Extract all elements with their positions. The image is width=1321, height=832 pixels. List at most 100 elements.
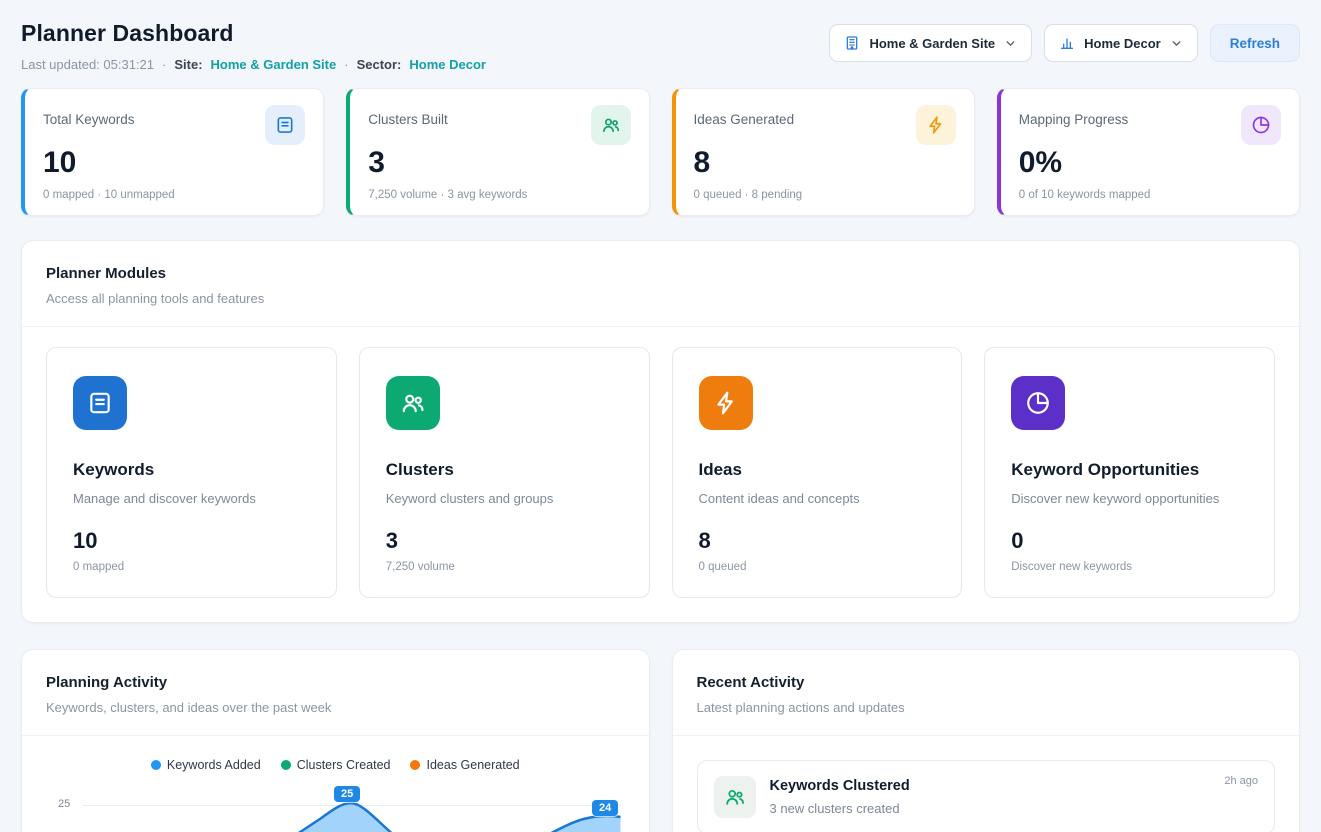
document-icon: [265, 105, 305, 145]
module-detail: 7,250 volume: [386, 561, 623, 573]
pie-chart-icon: [1011, 376, 1065, 430]
module-value: 3: [386, 528, 623, 554]
activity-title: Keywords Clustered: [770, 776, 910, 794]
activity-description: 3 new clusters created: [770, 801, 910, 816]
stat-value: 10: [43, 146, 305, 180]
stat-card-clusters-built: Clusters Built 3 7,250 volume · 3 avg ke…: [346, 88, 649, 216]
stat-value: 0%: [1019, 146, 1281, 180]
chart-legend: Keywords Added Clusters Created Ideas Ge…: [46, 758, 625, 772]
site-selector-label: Home & Garden Site: [869, 36, 995, 51]
panel-subtitle: Keywords, clusters, and ideas over the p…: [46, 700, 625, 715]
stat-label: Ideas Generated: [694, 105, 795, 127]
legend-item-clusters-created: Clusters Created: [281, 758, 391, 772]
meta-separator: ·: [344, 57, 348, 72]
stat-label: Clusters Built: [368, 105, 448, 127]
legend-dot-icon: [281, 760, 291, 770]
sector-label: Sector:: [357, 57, 402, 72]
module-title: Keywords: [73, 460, 310, 480]
site-link[interactable]: Home & Garden Site: [211, 57, 337, 72]
last-updated-text: Last updated: 05:31:21: [21, 57, 154, 72]
stat-card-ideas-generated: Ideas Generated 8 0 queued · 8 pending: [672, 88, 975, 216]
stat-card-top: Total Keywords: [43, 105, 305, 145]
users-icon: [591, 105, 631, 145]
pie-chart-icon: [1241, 105, 1281, 145]
module-title: Clusters: [386, 460, 623, 480]
top-bar: Planner Dashboard Last updated: 05:31:21…: [21, 16, 1300, 72]
stat-card-top: Ideas Generated: [694, 105, 956, 145]
refresh-button[interactable]: Refresh: [1210, 24, 1300, 62]
bottom-row: Planning Activity Keywords, clusters, an…: [21, 649, 1300, 832]
recent-activity-panel: Recent Activity Latest planning actions …: [672, 649, 1301, 832]
site-selector[interactable]: Home & Garden Site: [829, 24, 1032, 62]
panel-subtitle: Latest planning actions and updates: [697, 700, 1276, 715]
stats-row: Total Keywords 10 0 mapped · 10 unmapped…: [21, 88, 1300, 216]
stat-card-total-keywords: Total Keywords 10 0 mapped · 10 unmapped: [21, 88, 324, 216]
stat-label: Mapping Progress: [1019, 105, 1129, 127]
module-description: Content ideas and concepts: [699, 491, 936, 506]
module-detail: Discover new keywords: [1011, 561, 1248, 573]
stat-card-top: Mapping Progress: [1019, 105, 1281, 145]
activity-timestamp: 2h ago: [1224, 775, 1258, 787]
stat-detail: 0 of 10 keywords mapped: [1019, 189, 1281, 201]
module-value: 10: [73, 528, 310, 554]
module-description: Manage and discover keywords: [73, 491, 310, 506]
legend-label: Ideas Generated: [426, 758, 519, 772]
panel-title: Recent Activity: [697, 674, 1276, 691]
stat-card-mapping-progress: Mapping Progress 0% 0 of 10 keywords map…: [997, 88, 1300, 216]
header-left: Planner Dashboard Last updated: 05:31:21…: [21, 16, 486, 72]
divider: [673, 735, 1300, 736]
lightning-icon: [916, 105, 956, 145]
data-point-label: 25: [334, 786, 360, 802]
legend-label: Clusters Created: [297, 758, 391, 772]
sector-selector[interactable]: Home Decor: [1044, 24, 1198, 62]
header-meta: Last updated: 05:31:21 · Site: Home & Ga…: [21, 57, 486, 72]
panel-title: Planning Activity: [46, 674, 625, 691]
planner-dashboard-page: Planner Dashboard Last updated: 05:31:21…: [0, 0, 1321, 832]
y-axis-tick: 25: [58, 798, 70, 810]
module-card-keyword-opportunities[interactable]: Keyword Opportunities Discover new keywo…: [984, 347, 1275, 598]
section-subtitle: Access all planning tools and features: [46, 291, 1275, 306]
module-card-keywords[interactable]: Keywords Manage and discover keywords 10…: [46, 347, 337, 598]
stat-value: 3: [368, 146, 630, 180]
activity-item-keywords-clustered: Keywords Clustered 3 new clusters create…: [697, 760, 1276, 832]
stat-detail: 7,250 volume · 3 avg keywords: [368, 189, 630, 201]
module-title: Ideas: [699, 460, 936, 480]
stat-card-top: Clusters Built: [368, 105, 630, 145]
modules-grid: Keywords Manage and discover keywords 10…: [46, 347, 1275, 598]
activity-item-text: Keywords Clustered 3 new clusters create…: [770, 776, 910, 816]
site-label: Site:: [174, 57, 202, 72]
data-point-label: 24: [592, 800, 618, 816]
meta-separator: ·: [162, 57, 166, 72]
module-detail: 0 mapped: [73, 561, 310, 573]
legend-item-ideas-generated: Ideas Generated: [410, 758, 519, 772]
divider: [22, 735, 649, 736]
planner-modules-section: Planner Modules Access all planning tool…: [21, 240, 1300, 623]
chevron-down-icon: [1004, 37, 1017, 50]
module-detail: 0 queued: [699, 561, 936, 573]
planning-activity-chart: 25 25 24: [46, 786, 625, 832]
module-description: Discover new keyword opportunities: [1011, 491, 1248, 506]
chevron-down-icon: [1170, 37, 1183, 50]
stat-label: Total Keywords: [43, 105, 135, 127]
section-title: Planner Modules: [46, 265, 1275, 282]
module-card-clusters[interactable]: Clusters Keyword clusters and groups 3 7…: [359, 347, 650, 598]
module-value: 8: [699, 528, 936, 554]
divider: [22, 326, 1299, 327]
users-icon: [714, 776, 756, 818]
header-controls: Home & Garden Site Home Decor Refresh: [829, 24, 1300, 62]
legend-item-keywords-added: Keywords Added: [151, 758, 261, 772]
building-icon: [844, 35, 860, 51]
legend-dot-icon: [410, 760, 420, 770]
module-card-ideas[interactable]: Ideas Content ideas and concepts 8 0 que…: [672, 347, 963, 598]
legend-dot-icon: [151, 760, 161, 770]
sector-selector-label: Home Decor: [1084, 36, 1161, 51]
bar-chart-icon: [1059, 35, 1075, 51]
sector-link[interactable]: Home Decor: [409, 57, 486, 72]
page-title: Planner Dashboard: [21, 20, 486, 47]
planning-activity-panel: Planning Activity Keywords, clusters, an…: [21, 649, 650, 832]
users-icon: [386, 376, 440, 430]
stat-detail: 0 mapped · 10 unmapped: [43, 189, 305, 201]
module-value: 0: [1011, 528, 1248, 554]
module-description: Keyword clusters and groups: [386, 491, 623, 506]
stat-value: 8: [694, 146, 956, 180]
